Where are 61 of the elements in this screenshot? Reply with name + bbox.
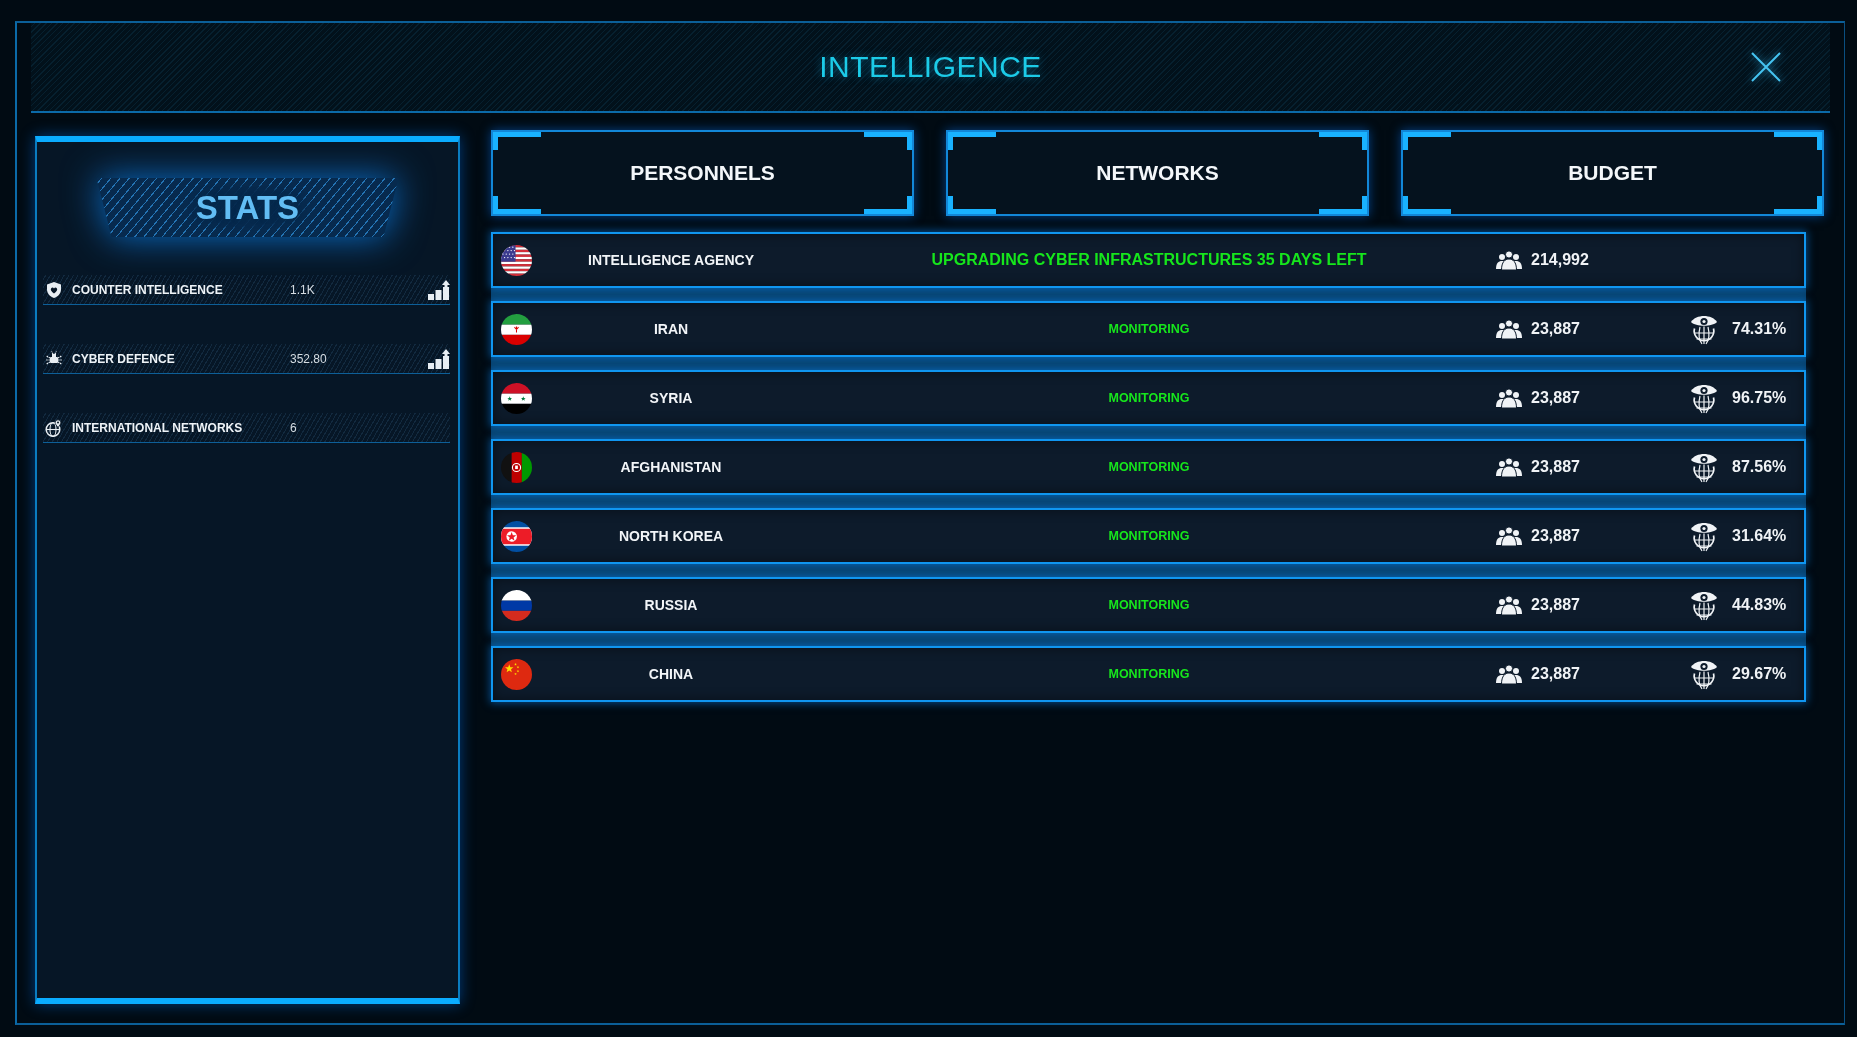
- percentage-value: 44.83%: [1732, 596, 1787, 614]
- flag-icon: [501, 382, 532, 414]
- personnel-count: 23,887: [1531, 320, 1580, 338]
- personnel-count: 23,887: [1531, 389, 1580, 407]
- people-icon: [1496, 319, 1522, 339]
- people-icon: [1496, 595, 1522, 615]
- flag-icon: [501, 451, 532, 483]
- percentage-value: 29.67%: [1732, 665, 1787, 683]
- people-icon: [1496, 250, 1522, 270]
- country-name: NORTH KOREA: [618, 528, 724, 544]
- percentage-value: 96.75%: [1732, 389, 1787, 407]
- stat-label: COUNTER INTELLIGENCE: [72, 282, 224, 297]
- menu-button[interactable]: BUDGET: [1401, 130, 1824, 216]
- close-icon: [1751, 52, 1781, 82]
- eye-globe-icon: [1690, 313, 1718, 345]
- country-name: CHINA: [648, 666, 694, 682]
- percentage-value: 74.31%: [1732, 320, 1787, 338]
- country-name: INTELLIGENCE AGENCY: [588, 252, 754, 268]
- eye-globe-icon: [1690, 520, 1718, 552]
- personnel-count: 23,887: [1531, 665, 1580, 683]
- people-icon: [1496, 388, 1522, 408]
- country-name: SYRIA: [649, 390, 693, 406]
- globe-pin-icon: [45, 418, 63, 437]
- country-name: AFGHANISTAN: [620, 459, 722, 475]
- eye-globe-icon: [1690, 658, 1718, 690]
- eye-globe-icon: [1690, 589, 1718, 621]
- country-name: IRAN: [653, 321, 689, 337]
- status-label: MONITORING: [1108, 667, 1190, 681]
- stat-value: 352.80: [290, 351, 328, 366]
- menu-button[interactable]: PERSONNELS: [491, 130, 914, 216]
- status-label: MONITORING: [1108, 391, 1190, 405]
- eye-globe-icon: [1690, 451, 1718, 483]
- people-icon: [1496, 457, 1522, 477]
- personnel-count: 23,887: [1531, 458, 1580, 476]
- stat-value: 6: [290, 420, 298, 435]
- stat-value: 1.1K: [290, 282, 316, 297]
- country-name: RUSSIA: [644, 597, 698, 613]
- personnel-count: 23,887: [1531, 527, 1580, 545]
- stat-label: INTERNATIONAL NETWORKS: [72, 420, 244, 435]
- status-label: UPGRADING CYBER INFRASTRUCTURES 35 DAYS LEFT: [931, 251, 1367, 269]
- menu-button[interactable]: NETWORKS: [946, 130, 1369, 216]
- status-label: MONITORING: [1108, 529, 1190, 543]
- window-title: INTELLIGENCE: [819, 50, 1042, 84]
- personnel-count: 214,992: [1531, 251, 1589, 269]
- flag-icon: [501, 520, 532, 552]
- flag-icon: [501, 244, 532, 276]
- status-label: MONITORING: [1108, 598, 1190, 612]
- flag-icon: [501, 313, 532, 345]
- status-label: MONITORING: [1108, 460, 1190, 474]
- people-icon: [1496, 526, 1522, 546]
- shield-icon: [45, 280, 63, 299]
- percentage-value: 87.56%: [1732, 458, 1787, 476]
- status-label: MONITORING: [1108, 322, 1190, 336]
- stat-label: CYBER DEFENCE: [72, 351, 176, 366]
- flag-icon: [501, 589, 532, 621]
- percentage-value: 31.64%: [1732, 527, 1787, 545]
- flag-icon: [501, 658, 532, 690]
- eye-globe-icon: [1690, 382, 1718, 414]
- people-icon: [1496, 664, 1522, 684]
- personnel-count: 23,887: [1531, 596, 1580, 614]
- stats-title: STATS: [96, 178, 399, 237]
